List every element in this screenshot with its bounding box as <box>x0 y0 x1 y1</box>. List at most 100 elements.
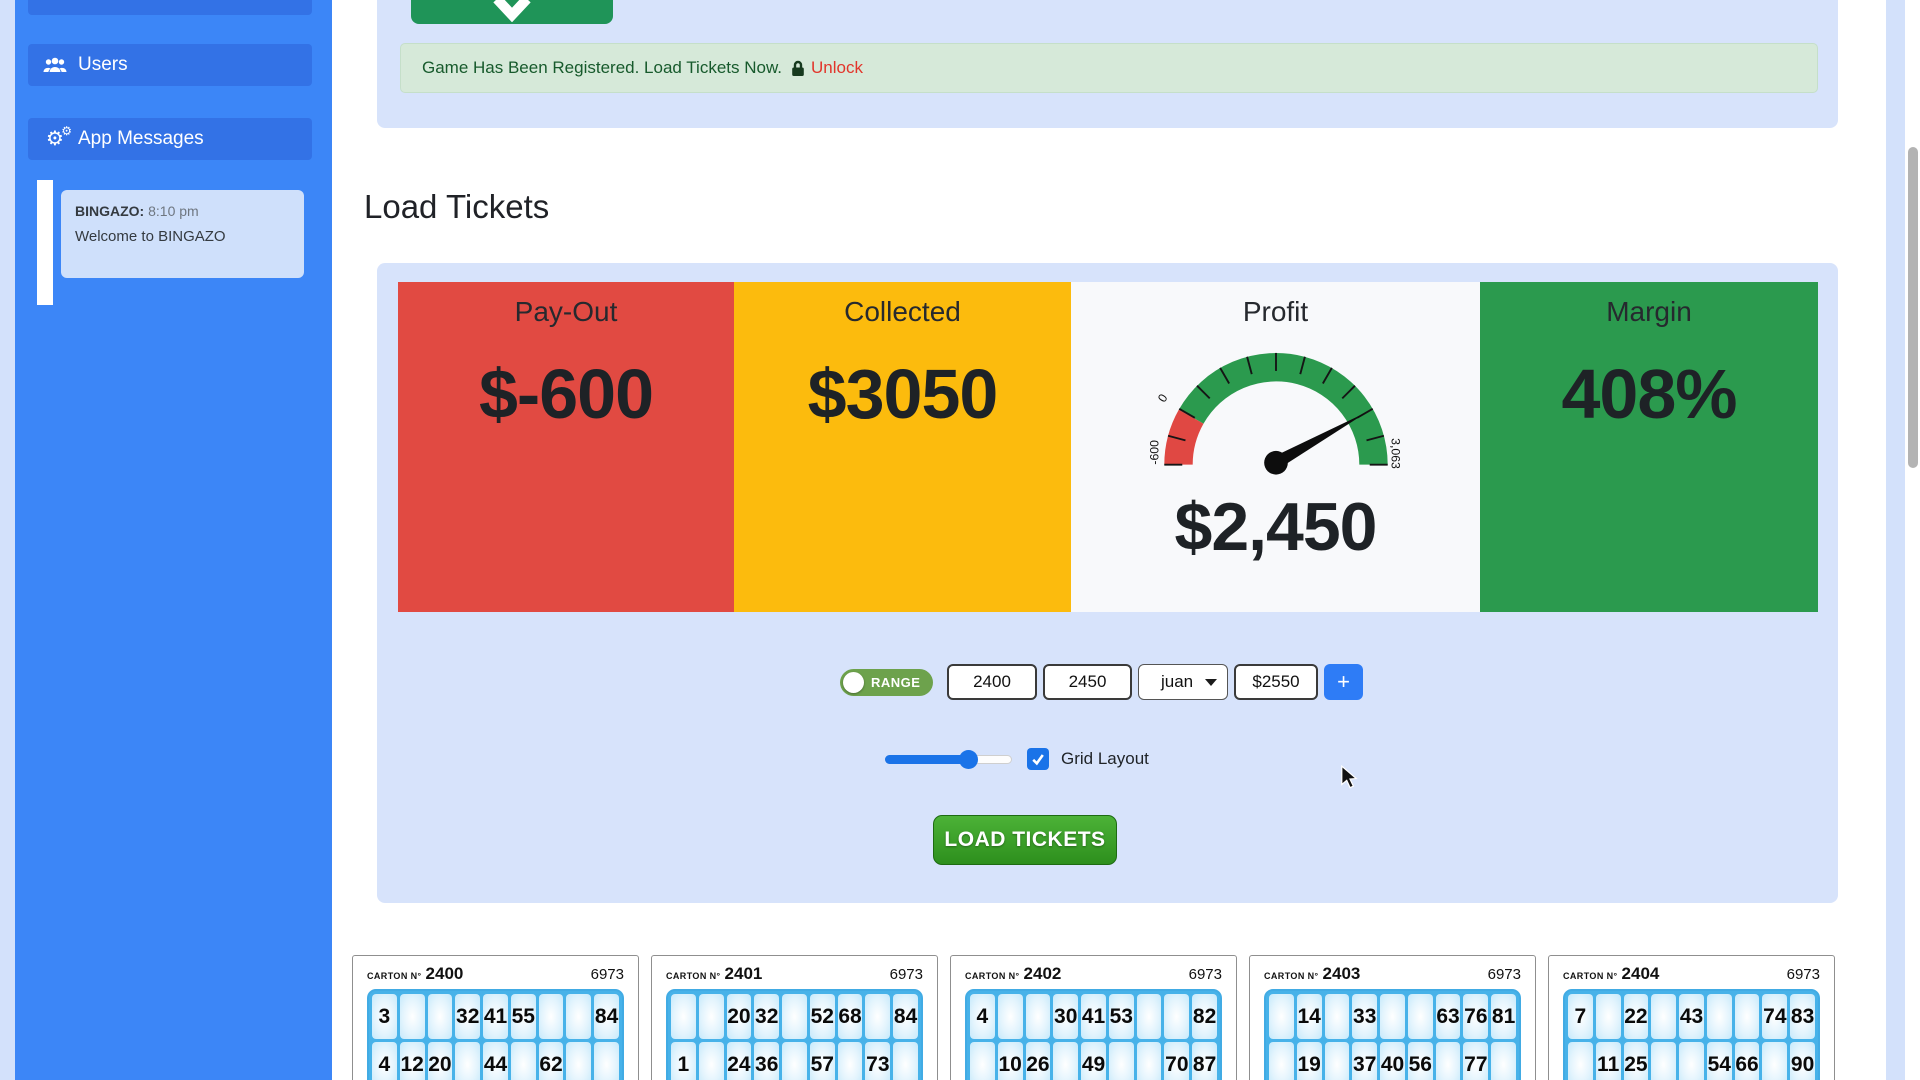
bingo-ticket-card[interactable]: CARTON N°2403697314336376811937405677 <box>1249 955 1536 1080</box>
bingo-cell-empty <box>1269 994 1294 1039</box>
bingo-cell-number: 32 <box>754 994 779 1039</box>
load-tickets-button[interactable]: LOAD TICKETS <box>933 815 1117 865</box>
bingo-cell-number: 90 <box>1790 1042 1815 1080</box>
ticket-header: CARTON N°24046973 <box>1563 964 1820 986</box>
bingo-cell-number: 55 <box>511 994 536 1039</box>
size-slider[interactable] <box>885 750 1012 768</box>
bingo-cell-number: 44 <box>483 1042 508 1080</box>
range-from-input[interactable] <box>947 664 1037 700</box>
range-toggle[interactable]: RANGE <box>840 669 933 696</box>
collapse-chevron-button[interactable] <box>411 0 613 24</box>
sidebar-item-partial[interactable] <box>28 0 312 15</box>
bingo-cell-number: 1 <box>671 1042 696 1080</box>
ticket-serial: 6973 <box>1488 966 1521 983</box>
grid-layout-checkbox[interactable] <box>1027 748 1049 770</box>
bingo-cell-number: 33 <box>1352 994 1377 1039</box>
bingo-ticket-card[interactable]: CARTON N°240469737224374831125546690 <box>1548 955 1835 1080</box>
bingo-grid: 2032526884124365773 <box>666 989 923 1080</box>
carton-number: 2403 <box>1323 964 1361 984</box>
layout-controls: Grid Layout <box>885 747 1149 771</box>
bingo-cell-number: 20 <box>428 1042 453 1080</box>
ticket-header: CARTON N°24006973 <box>367 964 624 986</box>
message-meta: BINGAZO: 8:10 pm <box>75 203 290 219</box>
scrollbar-thumb[interactable] <box>1908 147 1918 468</box>
sidebar-item-app-messages[interactable]: ⚙ ⚙ App Messages <box>28 118 312 160</box>
bingo-cell-empty <box>1325 1042 1350 1080</box>
carton-number: 2404 <box>1622 964 1660 984</box>
bingo-cell-number: 11 <box>1596 1042 1621 1080</box>
bingo-cell-number: 30 <box>1053 994 1078 1039</box>
bingo-cell-empty <box>1325 994 1350 1039</box>
bingo-cell-empty <box>1596 994 1621 1039</box>
unlock-link[interactable]: Unlock <box>811 58 863 78</box>
bingo-cell-number: 19 <box>1297 1042 1322 1080</box>
carton-label: CARTON N° <box>367 971 422 981</box>
bingo-cell-number: 36 <box>754 1042 779 1080</box>
bingo-cell-number: 70 <box>1164 1042 1189 1080</box>
bingo-ticket-card[interactable]: CARTON N°240269734304153821026497087 <box>950 955 1237 1080</box>
bingo-cell-number: 10 <box>998 1042 1023 1080</box>
bingo-ticket-card[interactable]: CARTON N°240169732032526884124365773 <box>651 955 938 1080</box>
right-gutter <box>1886 0 1905 1080</box>
bingo-cell-empty <box>1491 1042 1516 1080</box>
profit-gauge: -600 0 3,063 <box>1136 334 1416 476</box>
gears-icon: ⚙ ⚙ <box>40 129 70 149</box>
bingo-cell-empty <box>1109 1042 1134 1080</box>
bingo-cell-number: 3 <box>372 994 397 1039</box>
ticket-serial: 6973 <box>890 966 923 983</box>
owner-select-value: juan <box>1161 672 1193 692</box>
bingo-cell-empty <box>671 994 696 1039</box>
owner-select[interactable]: juan <box>1138 664 1228 700</box>
bingo-cell-number: 53 <box>1109 994 1134 1039</box>
bingo-cell-number: 22 <box>1624 994 1649 1039</box>
bingo-cell-number: 83 <box>1790 994 1815 1039</box>
bingo-cell-number: 77 <box>1463 1042 1488 1080</box>
left-gutter <box>0 0 15 1080</box>
collected-value: $3050 <box>808 354 998 434</box>
ticket-serial: 6973 <box>1189 966 1222 983</box>
bingo-cell-number: 7 <box>1568 994 1593 1039</box>
bingo-cell-empty <box>1436 1042 1461 1080</box>
bingo-cell-number: 40 <box>1380 1042 1405 1080</box>
bingo-cell-empty <box>400 994 425 1039</box>
bingo-cell-empty <box>998 994 1023 1039</box>
slider-thumb[interactable] <box>959 750 978 769</box>
bingo-cell-empty <box>970 1042 995 1080</box>
chevron-down-icon <box>490 0 534 22</box>
bingo-cell-number: 76 <box>1463 994 1488 1039</box>
alert-text: Game Has Been Registered. Load Tickets N… <box>422 58 782 78</box>
carton-number: 2401 <box>725 964 763 984</box>
sidebar-item-users[interactable]: Users <box>28 44 312 86</box>
carton-number: 2402 <box>1024 964 1062 984</box>
bingo-cell-number: 87 <box>1192 1042 1217 1080</box>
collected-card: Collected $3050 <box>734 282 1071 612</box>
bingo-grid: 4304153821026497087 <box>965 989 1222 1080</box>
bingo-cell-empty <box>893 1042 918 1080</box>
page-title: Load Tickets <box>364 188 549 226</box>
bingo-cell-empty <box>566 1042 591 1080</box>
ticket-header: CARTON N°24036973 <box>1264 964 1521 986</box>
bingo-cell-number: 56 <box>1408 1042 1433 1080</box>
payout-title: Pay-Out <box>515 296 618 328</box>
bingo-cell-number: 14 <box>1297 994 1322 1039</box>
bingo-cell-number: 43 <box>1679 994 1704 1039</box>
bingo-cell-empty <box>1137 994 1162 1039</box>
add-range-button[interactable]: + <box>1324 664 1363 700</box>
bingo-cell-empty <box>1651 994 1676 1039</box>
amount-input[interactable] <box>1234 664 1318 700</box>
range-to-input[interactable] <box>1043 664 1132 700</box>
bingo-cell-number: 20 <box>727 994 752 1039</box>
success-alert: Game Has Been Registered. Load Tickets N… <box>400 43 1818 93</box>
bingo-cell-number: 32 <box>455 994 480 1039</box>
sidebar-item-label: Users <box>78 54 128 76</box>
gauge-max-label: 3,063 <box>1388 438 1402 469</box>
bingo-cell-empty <box>699 1042 724 1080</box>
message-time: 8:10 pm <box>148 203 199 219</box>
bingo-ticket-card[interactable]: CARTON N°24006973332415584412204462 <box>352 955 639 1080</box>
bingo-cell-number: 24 <box>727 1042 752 1080</box>
message-accent-bar <box>37 180 53 305</box>
bingo-grid: 332415584412204462 <box>367 989 624 1080</box>
bingo-cell-empty <box>1568 1042 1593 1080</box>
carton-number: 2400 <box>426 964 464 984</box>
message-text: Welcome to BINGAZO <box>75 228 290 245</box>
